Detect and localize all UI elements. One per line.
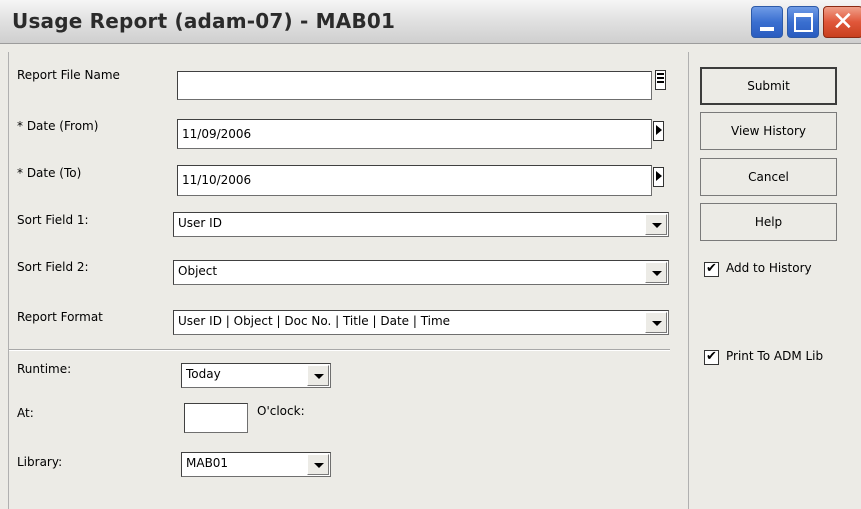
file-browse-icon [657,73,664,85]
title-bar[interactable]: Usage Report (adam-07) - MAB01 ✕ [0,0,861,44]
runtime-select[interactable]: Today [181,363,331,388]
window-title: Usage Report (adam-07) - MAB01 [12,9,396,33]
library-select[interactable]: MAB01 [181,452,331,477]
date-from-picker-button[interactable] [653,121,664,141]
minimize-button[interactable] [751,6,783,38]
arrow-right-icon [656,171,662,181]
maximize-button[interactable] [787,6,819,38]
report-format-select[interactable]: User ID | Object | Doc No. | Title | Dat… [173,310,669,335]
date-to-label: * Date (To) [17,166,82,180]
report-file-name-label: Report File Name [17,68,120,82]
minimize-icon [760,27,774,31]
chevron-down-icon [652,321,662,326]
at-label: At: [17,406,34,420]
sort-field-1-select[interactable]: User ID [173,212,669,237]
close-button[interactable]: ✕ [823,6,861,38]
checkmark-icon: ✔ [706,349,717,364]
arrow-right-icon [656,125,662,135]
date-to-input[interactable]: 11/10/2006 [177,165,652,196]
library-dropdown-button[interactable] [307,454,329,475]
chevron-down-icon [314,374,324,379]
submit-button[interactable]: Submit [700,67,837,105]
report-file-name-input[interactable] [177,71,652,100]
cancel-button[interactable]: Cancel [700,158,837,196]
date-from-label: * Date (From) [17,119,99,133]
print-to-adm-lib-checkbox[interactable]: ✔ [704,349,719,365]
oclock-label: O'clock: [257,404,305,418]
add-to-history-label: Add to History [726,261,812,275]
date-to-picker-button[interactable] [653,167,664,187]
view-history-button[interactable]: View History [700,112,837,150]
add-to-history-checkbox[interactable]: ✔ [704,261,719,277]
runtime-dropdown-button[interactable] [307,365,329,386]
sort-field-1-value: User ID [178,216,222,230]
chevron-down-icon [652,271,662,276]
checkmark-icon: ✔ [706,261,717,276]
runtime-label: Runtime: [17,362,72,376]
usage-report-window: Usage Report (adam-07) - MAB01 ✕ Report … [0,0,861,509]
chevron-down-icon [652,223,662,228]
at-hour-input[interactable] [184,403,248,433]
maximize-icon [794,13,813,32]
print-to-adm-lib-label: Print To ADM Lib [726,349,824,363]
report-format-value: User ID | Object | Doc No. | Title | Dat… [178,314,451,328]
report-format-dropdown-button[interactable] [645,312,667,333]
sort-field-2-value: Object [178,264,218,278]
help-button[interactable]: Help [700,203,837,241]
report-format-label: Report Format [17,310,103,324]
sort-field-2-select[interactable]: Object [173,260,669,285]
sort-field-1-dropdown-button[interactable] [645,214,667,235]
library-value: MAB01 [186,456,229,470]
runtime-value: Today [186,367,221,381]
sort-field-2-label: Sort Field 2: [17,260,89,274]
sort-field-2-dropdown-button[interactable] [645,262,667,283]
close-icon: ✕ [832,7,854,37]
sort-field-1-label: Sort Field 1: [17,213,89,227]
library-label: Library: [17,455,63,469]
chevron-down-icon [314,463,324,468]
section-divider [9,349,670,351]
file-browse-button[interactable] [655,70,666,90]
date-from-input[interactable]: 11/09/2006 [177,119,652,149]
